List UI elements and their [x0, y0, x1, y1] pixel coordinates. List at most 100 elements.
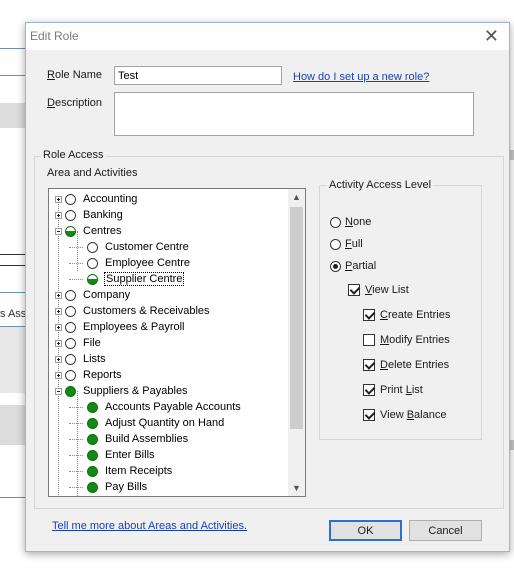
- role-name-label: Role Name: [47, 69, 103, 81]
- tree-item-label: Banking: [83, 209, 123, 221]
- radio-indicator[interactable]: [330, 260, 341, 272]
- scroll-up-icon[interactable]: ▲: [288, 189, 305, 205]
- checkbox-indicator[interactable]: [348, 284, 360, 296]
- delete-entries-checkbox[interactable]: Delete Entries: [363, 359, 449, 371]
- description-label: Description: [47, 97, 103, 109]
- tree-item[interactable]: Lists: [55, 351, 107, 367]
- tree-item-label: Enter Bills: [105, 449, 155, 461]
- tree-item-label: Employee Centre: [105, 257, 190, 269]
- tree-item-label: Item Receipts: [105, 465, 173, 477]
- access-level-icon: [65, 289, 76, 301]
- tree-item[interactable]: Employee Centre: [69, 255, 191, 271]
- close-icon[interactable]: ✕: [484, 26, 499, 46]
- bg-line: [0, 254, 25, 255]
- tree-item[interactable]: Item Receipts: [69, 463, 173, 479]
- access-radio-none[interactable]: None: [330, 216, 371, 228]
- expand-icon[interactable]: [55, 323, 62, 331]
- tree-item[interactable]: File: [55, 335, 102, 351]
- checkbox-indicator[interactable]: [363, 334, 375, 346]
- checkbox-indicator[interactable]: [363, 359, 375, 371]
- expand-icon[interactable]: [55, 211, 62, 219]
- tree-item[interactable]: Company: [55, 287, 131, 303]
- radio-label: Partial: [345, 260, 377, 272]
- checkbox-indicator[interactable]: [363, 409, 375, 421]
- view-list-checkbox[interactable]: View List: [348, 284, 409, 296]
- bg-edge: [510, 440, 514, 450]
- help-setup-role-link[interactable]: How do I set up a new role?: [293, 71, 429, 83]
- tree-item[interactable]: Accounting: [55, 191, 138, 207]
- expand-icon[interactable]: [55, 355, 62, 363]
- access-level-icon: [65, 193, 76, 205]
- areas-activities-tree[interactable]: Accounting Banking Centres Customer Centre E…: [48, 188, 306, 497]
- checkbox-label: Print List: [380, 384, 423, 396]
- tree-item[interactable]: Accounts Payable Accounts: [69, 399, 242, 415]
- tree-item-label: Supplier Centre: [104, 272, 185, 286]
- tree-item[interactable]: Employees & Payroll: [55, 319, 186, 335]
- checkbox-indicator[interactable]: [363, 309, 375, 321]
- activity-access-label: Activity Access Level: [327, 179, 434, 191]
- bg-line: [0, 265, 25, 266]
- expand-icon[interactable]: [55, 307, 62, 315]
- collapse-icon[interactable]: [55, 227, 62, 235]
- expand-icon[interactable]: [55, 339, 62, 347]
- tree-item-label: Customer Centre: [105, 241, 189, 253]
- expand-icon[interactable]: [55, 291, 62, 299]
- tree-item[interactable]: Adjust Quantity on Hand: [69, 415, 225, 431]
- radio-indicator[interactable]: [330, 238, 341, 250]
- tree-item-label: Accounting: [83, 193, 138, 205]
- tree-scrollbar[interactable]: ▲ ▼: [288, 189, 305, 496]
- checkbox-indicator[interactable]: [363, 384, 375, 396]
- edit-role-dialog: Edit Role ✕ Role Name How do I set up a …: [25, 22, 510, 552]
- tree-item-label: Accounts Payable Accounts: [105, 401, 241, 413]
- collapse-icon[interactable]: [55, 387, 62, 395]
- radio-indicator[interactable]: [330, 216, 341, 228]
- access-radio-full[interactable]: Full: [330, 238, 363, 250]
- role-name-input[interactable]: [114, 66, 282, 85]
- bg-fragment-text: s Ass: [0, 308, 27, 320]
- tree-item[interactable]: Centres: [55, 223, 123, 239]
- scrollbar-thumb[interactable]: [290, 207, 303, 429]
- checkbox-label: Create Entries: [380, 309, 451, 321]
- access-level-icon: [65, 385, 76, 397]
- tree-connector: [69, 278, 83, 280]
- tree-item[interactable]: Build Assemblies: [69, 431, 189, 447]
- view-balance-checkbox[interactable]: View Balance: [363, 409, 446, 421]
- tree-item-label: Lists: [83, 353, 106, 365]
- access-level-icon: [65, 353, 76, 365]
- tree-item[interactable]: Customer Centre: [69, 239, 190, 255]
- description-textarea[interactable]: [114, 92, 474, 136]
- print-list-checkbox[interactable]: Print List: [363, 384, 423, 396]
- checkbox-label: Delete Entries: [380, 359, 450, 371]
- modify-entries-checkbox[interactable]: Modify Entries: [363, 334, 450, 346]
- tree-item-label: Build Assemblies: [105, 433, 189, 445]
- access-level-icon: [87, 481, 98, 493]
- tree-item-label: Adjust Quantity on Hand: [105, 417, 225, 429]
- tree-item[interactable]: Supplier Centre: [69, 271, 185, 287]
- tree-item[interactable]: Enter Bills: [69, 447, 156, 463]
- tree-connector: [69, 470, 83, 472]
- tree-item-label: Employees & Payroll: [83, 321, 185, 333]
- access-level-icon: [87, 401, 98, 413]
- tree-connector: [69, 486, 83, 488]
- access-level-icon: [87, 465, 98, 477]
- tree-connector: [69, 422, 83, 424]
- expand-icon[interactable]: [55, 195, 62, 203]
- expand-icon[interactable]: [55, 371, 62, 379]
- tree-connector: [69, 454, 83, 456]
- more-about-areas-link[interactable]: Tell me more about Areas and Activities.: [52, 520, 247, 532]
- bg-line: [0, 48, 25, 49]
- tree-item[interactable]: Banking: [55, 207, 124, 223]
- create-entries-checkbox[interactable]: Create Entries: [363, 309, 450, 321]
- checkbox-label: View Balance: [380, 409, 447, 421]
- access-level-icon: [87, 257, 98, 269]
- access-radio-partial[interactable]: Partial: [330, 260, 376, 272]
- tree-item[interactable]: Reports: [55, 367, 123, 383]
- scroll-down-icon[interactable]: ▼: [288, 480, 305, 496]
- tree-item[interactable]: Suppliers & Payables: [55, 383, 189, 399]
- tree-item[interactable]: Pay Bills: [69, 479, 148, 495]
- access-level-icon: [65, 209, 76, 221]
- cancel-button[interactable]: Cancel: [409, 520, 482, 541]
- tree-item[interactable]: Customers & Receivables: [55, 303, 211, 319]
- tree-item-label: Reports: [83, 369, 122, 381]
- ok-button[interactable]: OK: [329, 520, 402, 541]
